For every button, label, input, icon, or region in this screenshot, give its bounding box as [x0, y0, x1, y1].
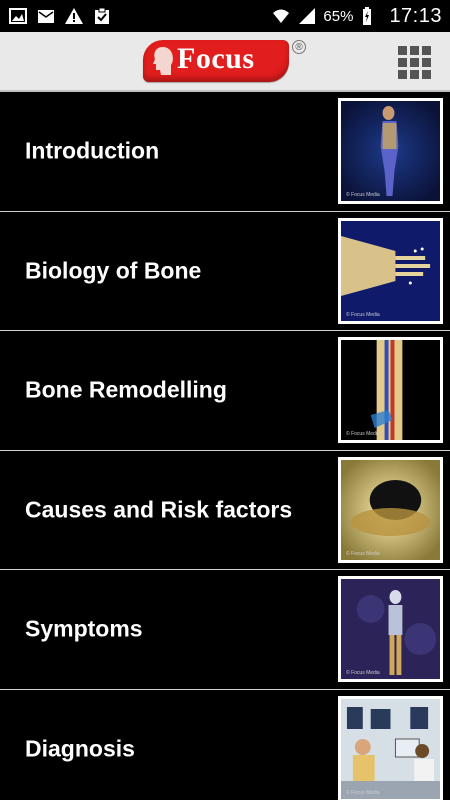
- thumbnail-credit: © Focus Media: [346, 311, 380, 318]
- battery-percent: 65%: [323, 7, 354, 25]
- thumbnail-credit: © Focus Media: [346, 670, 380, 676]
- grid-menu-button[interactable]: [398, 46, 432, 80]
- thumbnail-symptoms: © Focus Media: [338, 576, 443, 682]
- logo-text: Focus: [177, 42, 255, 75]
- clipboard-check-icon: [92, 6, 112, 26]
- battery-charging-icon: [359, 6, 379, 26]
- list-item-diagnosis[interactable]: Diagnosis © Focus Media: [0, 689, 450, 800]
- mail-icon: [36, 6, 56, 26]
- list-item-biology-of-bone[interactable]: Biology of Bone © Focus Media: [0, 211, 450, 331]
- focus-logo: Focus: [143, 40, 289, 82]
- list-item-label: Diagnosis: [25, 735, 135, 762]
- clock: 17:13: [389, 4, 442, 27]
- app-header: Focus ®: [0, 32, 450, 92]
- signal-icon: [297, 6, 317, 26]
- thumbnail-bone-remodelling: © Focus Media: [338, 337, 443, 443]
- image-icon: [8, 6, 28, 26]
- registered-mark: ®: [292, 40, 306, 54]
- list-item-label: Introduction: [25, 137, 160, 164]
- thumbnail-credit: © Focus Media: [346, 550, 380, 557]
- head-silhouette-icon: [151, 45, 175, 77]
- warning-icon: [64, 6, 84, 26]
- thumbnail-causes-and-risk-factors: © Focus Media: [338, 456, 443, 563]
- thumbnail-credit: © Focus Media: [346, 789, 380, 796]
- list-item-label: Symptoms: [25, 615, 143, 642]
- list-item-introduction[interactable]: Introduction © Focus Media: [0, 92, 450, 212]
- wifi-icon: [271, 6, 291, 26]
- list-item-symptoms[interactable]: Symptoms © Focus Media: [0, 570, 450, 690]
- notification-icons: [8, 6, 112, 26]
- status-indicators: 65% 17:13: [271, 5, 442, 28]
- topic-list: Introduction © Focus Media Biology of Bo…: [0, 92, 450, 800]
- list-item-bone-remodelling[interactable]: Bone Remodelling © Focus Media: [0, 331, 450, 451]
- thumbnail-biology-of-bone: © Focus Media: [338, 217, 443, 324]
- status-bar: 65% 17:13: [0, 0, 450, 32]
- list-item-causes-and-risk-factors[interactable]: Causes and Risk factors © Focus Media: [0, 450, 450, 570]
- list-item-label: Bone Remodelling: [25, 376, 227, 403]
- thumbnail-introduction: © Focus Media: [338, 98, 443, 204]
- thumbnail-diagnosis: © Focus Media: [338, 695, 443, 800]
- grid-menu-icon: [398, 46, 407, 55]
- list-item-label: Causes and Risk factors: [25, 496, 293, 523]
- thumbnail-credit: © Focus Media: [346, 192, 380, 198]
- list-item-label: Biology of Bone: [25, 257, 202, 284]
- thumbnail-credit: © Focus Media: [346, 431, 380, 437]
